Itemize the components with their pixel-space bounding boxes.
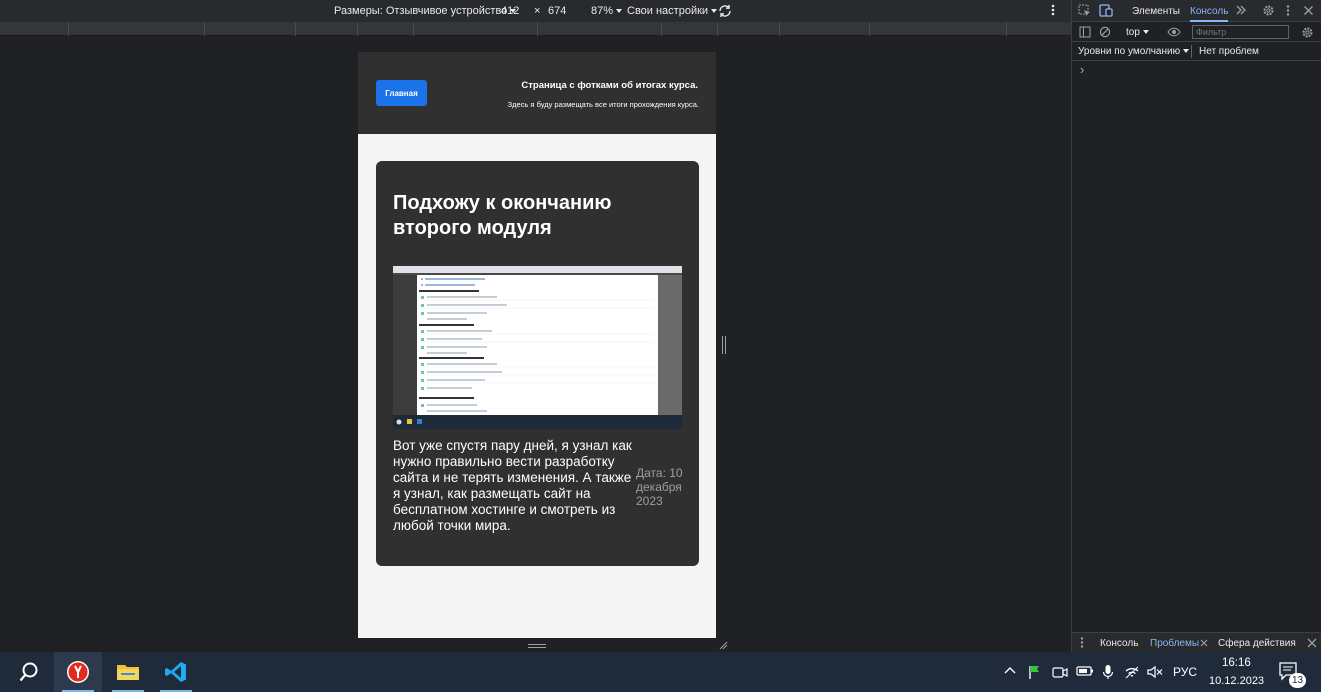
inspect-element-icon[interactable] — [1078, 4, 1091, 17]
show-hidden-icons-chevron-up-icon[interactable] — [1004, 665, 1016, 675]
context-selector[interactable]: top — [1126, 27, 1149, 38]
live-expression-eye-icon[interactable] — [1167, 26, 1181, 38]
console-filter-input[interactable] — [1192, 25, 1289, 39]
log-levels-dropdown[interactable]: Уровни по умолчанию — [1078, 46, 1190, 57]
throttle-dropdown[interactable]: Свои настройки — [627, 5, 718, 17]
emulated-viewport-area: Главная Страница с фотками об итогах кур… — [0, 36, 1071, 652]
rotate-icon[interactable] — [717, 3, 733, 19]
resize-corner-handle[interactable] — [718, 640, 728, 650]
clock-date[interactable]: 10.12.2023 — [1209, 675, 1264, 687]
more-options-icon[interactable] — [1050, 3, 1056, 17]
console-prompt[interactable]: › — [1080, 62, 1084, 77]
sidebar-toggle-icon[interactable] — [1079, 26, 1091, 38]
context-label: top — [1126, 27, 1140, 38]
width-input[interactable]: 412 — [501, 5, 519, 17]
devtools-panel: Элементы Консоль top Уровни по ум — [1071, 0, 1321, 654]
post-card: Подхожу к окончанию второго модуля Вот у… — [376, 161, 699, 566]
post-screenshot-image — [393, 266, 682, 429]
height-input[interactable]: 674 — [548, 5, 566, 17]
settings-gear-icon[interactable] — [1262, 4, 1275, 17]
resize-handle-right[interactable] — [722, 336, 726, 354]
devtools-menu-icon[interactable] — [1285, 4, 1291, 17]
devtools-tabbar: Элементы Консоль — [1072, 0, 1321, 22]
volume-muted-icon[interactable] — [1147, 665, 1163, 679]
post-date: Дата: 10 декабря 2023 — [636, 466, 683, 508]
log-levels-label: Уровни по умолчанию — [1078, 46, 1181, 57]
file-explorer-icon[interactable] — [104, 652, 152, 692]
zoom-dropdown[interactable]: 87% — [591, 5, 623, 17]
battery-icon[interactable] — [1076, 665, 1094, 677]
windows-taskbar: РУС 16:16 10.12.2023 13 — [0, 652, 1321, 692]
header-title: Страница с фотками об итогах курса. — [521, 80, 698, 91]
drawer-tab-coverage[interactable]: Сфера действия — [1218, 638, 1296, 649]
emulated-page: Главная Страница с фотками об итогах кур… — [358, 52, 716, 638]
resize-handle-bottom[interactable] — [528, 644, 546, 648]
throttle-label: Свои настройки — [627, 5, 709, 17]
dimensions-label: Размеры: Отзывчивое устройство — [334, 5, 508, 17]
yandex-browser-icon[interactable] — [54, 652, 102, 692]
camera-icon[interactable] — [1052, 665, 1068, 679]
devtools-drawer-tabbar: Консоль Проблемы Сфера действия — [1072, 632, 1321, 654]
close-issues-tab-icon[interactable] — [1200, 639, 1208, 647]
more-tabs-icon[interactable] — [1235, 4, 1247, 16]
drawer-tab-console[interactable]: Консоль — [1100, 638, 1138, 649]
drawer-menu-icon[interactable] — [1079, 636, 1085, 649]
issues-count[interactable]: Нет проблем — [1199, 46, 1259, 57]
device-toolbar: Размеры: Отзывчивое устройство 412 × 674… — [0, 0, 1071, 22]
close-drawer-icon[interactable] — [1307, 638, 1317, 648]
console-settings-gear-icon[interactable] — [1301, 26, 1314, 39]
media-query-ruler[interactable] — [0, 22, 1071, 36]
divider — [1191, 45, 1192, 58]
caret-down-icon — [1183, 49, 1190, 54]
clear-console-icon[interactable] — [1099, 26, 1111, 38]
input-language[interactable]: РУС — [1173, 665, 1197, 679]
console-toolbar: top — [1072, 22, 1321, 42]
wifi-icon[interactable] — [1124, 665, 1140, 679]
caret-down-icon — [616, 9, 623, 14]
clock-time[interactable]: 16:16 — [1222, 657, 1251, 669]
green-flag-icon[interactable] — [1027, 664, 1043, 680]
times-separator: × — [534, 5, 541, 17]
header-subtitle: Здесь я буду размещать все итоги прохожд… — [507, 100, 699, 109]
dimensions-dropdown[interactable]: Размеры: Отзывчивое устройство — [334, 5, 517, 17]
notifications-count-badge: 13 — [1289, 673, 1306, 688]
post-title: Подхожу к окончанию второго модуля — [393, 192, 612, 239]
tab-elements[interactable]: Элементы — [1132, 6, 1180, 17]
home-button[interactable]: Главная — [376, 80, 427, 106]
caret-down-icon — [1142, 30, 1149, 35]
search-icon[interactable] — [5, 652, 53, 692]
vscode-icon[interactable] — [152, 652, 200, 692]
microphone-icon[interactable] — [1102, 664, 1114, 680]
site-header: Главная Страница с фотками об итогах кур… — [358, 52, 716, 134]
post-text: Вот уже спустя пару дней, я узнал как ну… — [393, 438, 632, 533]
console-levels-bar: Уровни по умолчанию Нет проблем — [1072, 42, 1321, 61]
zoom-label: 87% — [591, 5, 614, 17]
tab-console[interactable]: Консоль — [1190, 6, 1229, 22]
close-devtools-icon[interactable] — [1303, 5, 1314, 16]
device-toggle-icon[interactable] — [1099, 4, 1113, 17]
